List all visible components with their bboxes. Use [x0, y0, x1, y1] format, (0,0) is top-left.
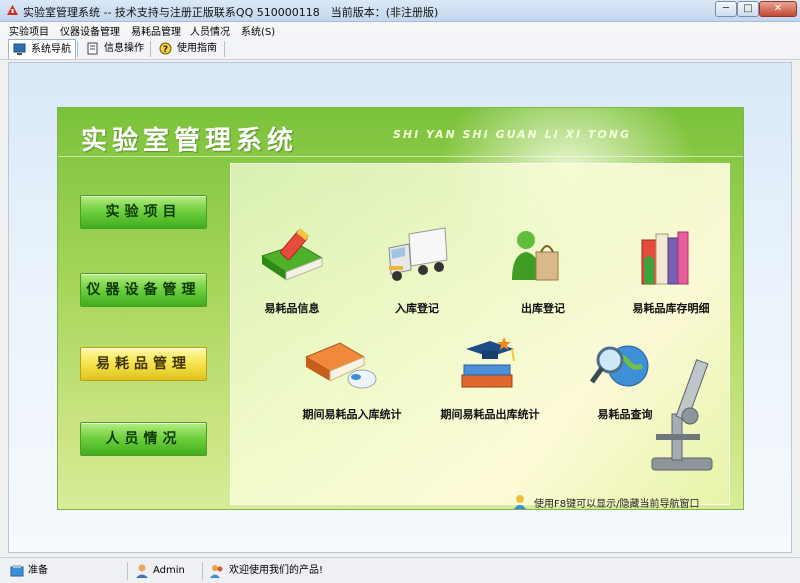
monitor-icon — [13, 43, 26, 55]
panel-subtitle: SHI YAN SHI GUAN LI XI TONG — [393, 128, 632, 141]
nav-button-personnel[interactable]: 人员情况 — [80, 422, 207, 456]
toolbar: 系统导航 信息操作 ? 使用指南 — [0, 38, 800, 60]
window-titlebar: 实验室管理系统 -- 技术支持与注册正版联系QQ 510000118 当前版本：… — [0, 0, 800, 22]
menu-item-equipment[interactable]: 仪器设备管理 — [60, 23, 120, 38]
nav-button-consumables[interactable]: 易耗品管理 — [80, 347, 207, 381]
toolbar-separator — [224, 41, 225, 57]
status-text: 准备 — [28, 565, 48, 576]
panel-title: 实验室管理系统 — [81, 126, 299, 156]
maximize-button[interactable]: □ — [737, 1, 759, 17]
graduation-books-icon[interactable] — [456, 335, 522, 397]
tab-label: 使用指南 — [177, 43, 217, 54]
svg-text:?: ? — [163, 45, 168, 55]
tab-system-navigation[interactable]: 系统导航 — [8, 39, 76, 59]
book-mouse-icon[interactable] — [302, 335, 382, 397]
user-icon — [136, 564, 148, 578]
menu-bar: 实验项目 仪器设备管理 易耗品管理 人员情况 系统(S) — [0, 22, 800, 38]
status-user: Admin — [153, 565, 185, 576]
tab-label: 信息操作 — [104, 43, 144, 54]
app-logo-icon — [7, 5, 18, 15]
hint-text: 使用F8键可以显示/隐藏当前导航窗口 — [534, 499, 700, 510]
menu-item-personnel[interactable]: 人员情况 — [190, 23, 230, 38]
window-title: 实验室管理系统 -- 技术支持与注册正版联系QQ 510000118 当前版本：… — [23, 6, 439, 19]
info-person-icon — [514, 495, 526, 509]
document-icon — [87, 42, 98, 55]
books-stack-icon[interactable] — [636, 226, 694, 288]
menu-item-system[interactable]: 系统(S) — [241, 23, 275, 38]
action-label[interactable]: 易耗品库存明细 — [626, 300, 716, 316]
delivery-truck-icon[interactable] — [383, 226, 451, 284]
tab-label: 系统导航 — [31, 44, 71, 55]
status-icon — [10, 565, 24, 577]
close-button[interactable]: ✕ — [759, 1, 797, 17]
navigation-panel: 实验室管理系统 SHI YAN SHI GUAN LI XI TONG 实验项目… — [57, 107, 744, 510]
people-icon — [210, 565, 223, 578]
action-label[interactable]: 入库登记 — [380, 300, 454, 316]
action-label[interactable]: 期间易耗品入库统计 — [296, 406, 408, 422]
toolbar-separator — [77, 41, 78, 57]
menu-item-experiments[interactable]: 实验项目 — [9, 23, 49, 38]
menu-item-consumables[interactable]: 易耗品管理 — [131, 23, 181, 38]
nav-button-experiments[interactable]: 实验项目 — [80, 195, 207, 229]
tab-user-guide[interactable]: ? 使用指南 — [155, 39, 221, 59]
help-icon: ? — [159, 42, 172, 55]
action-label[interactable]: 期间易耗品出库统计 — [434, 406, 546, 422]
nav-button-equipment[interactable]: 仪器设备管理 — [80, 273, 207, 307]
title-divider — [58, 156, 743, 157]
status-separator — [202, 562, 203, 580]
action-label[interactable]: 易耗品信息 — [258, 300, 326, 316]
minimize-button[interactable]: ─ — [715, 1, 737, 17]
microscope-icon — [651, 359, 713, 471]
status-bar: 准备 Admin 欢迎使用我们的产品! — [0, 557, 800, 583]
toolbar-separator — [150, 41, 151, 57]
shopper-bag-icon[interactable] — [506, 226, 566, 286]
action-label[interactable]: 出库登记 — [506, 300, 580, 316]
status-welcome: 欢迎使用我们的产品! — [229, 565, 324, 576]
status-separator — [127, 562, 128, 580]
green-book-pencil-icon[interactable] — [258, 226, 326, 284]
tab-info-operations[interactable]: 信息操作 — [82, 39, 148, 59]
